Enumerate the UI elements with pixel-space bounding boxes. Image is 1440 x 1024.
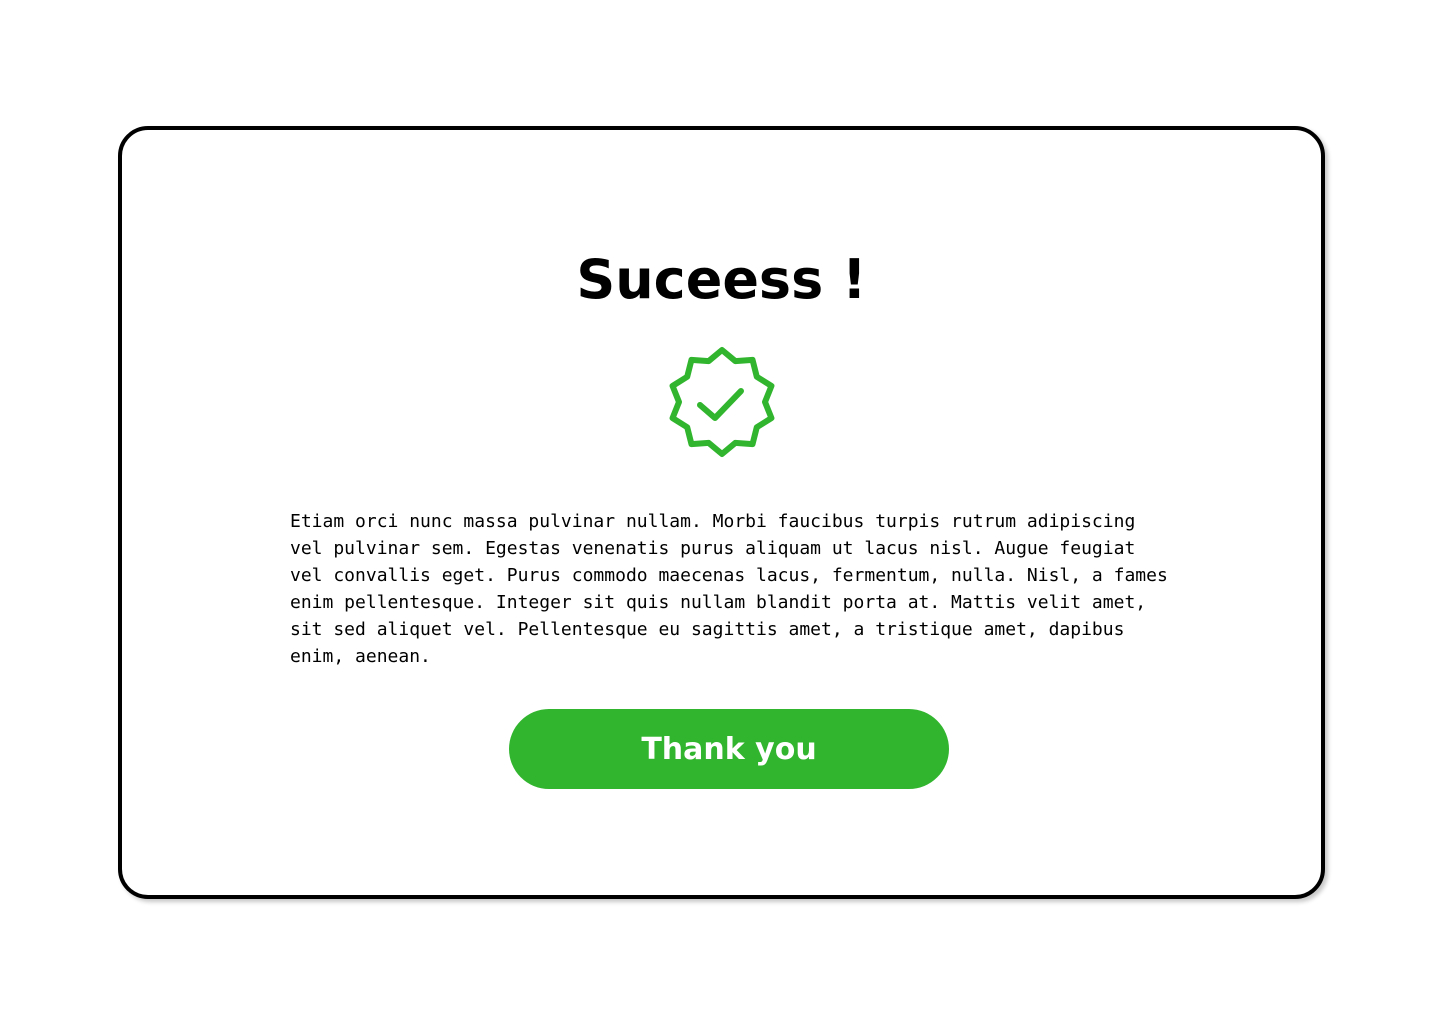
- success-dialog: Suceess ! Etiam orci nunc massa pulvinar…: [118, 126, 1325, 899]
- verified-check-badge-icon: [666, 346, 778, 458]
- success-message: Etiam orci nunc massa pulvinar nullam. M…: [290, 511, 1168, 667]
- dialog-title: Suceess !: [576, 248, 867, 311]
- thank-you-button[interactable]: Thank you: [509, 709, 949, 789]
